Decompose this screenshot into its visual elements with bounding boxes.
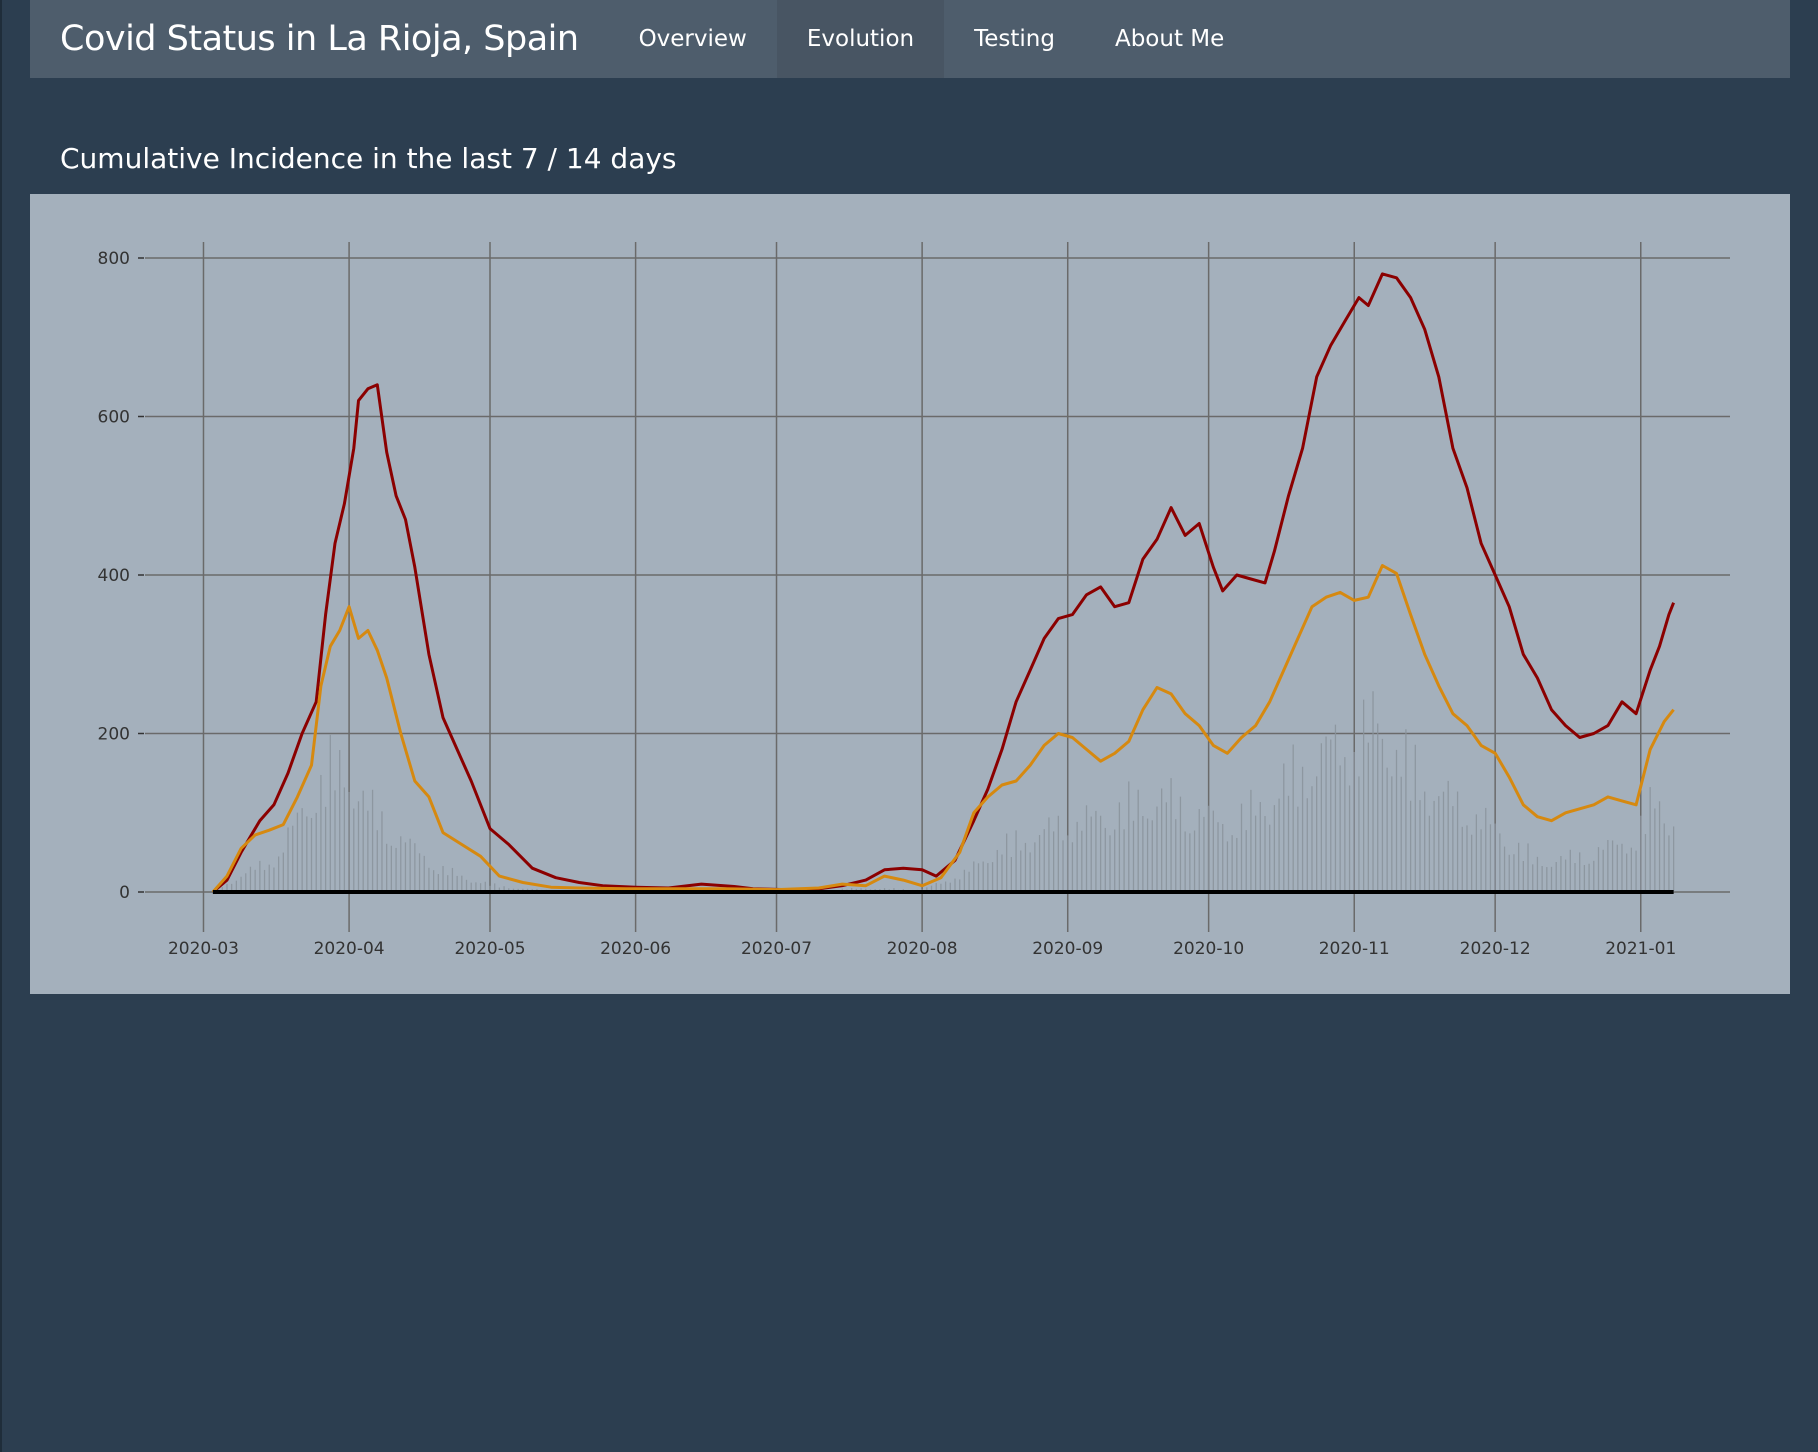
x-tick-label: 2020-11 — [1319, 939, 1390, 959]
x-tick-label: 2020-09 — [1032, 939, 1103, 959]
x-tick-label: 2021-01 — [1605, 939, 1676, 959]
x-tick-label: 2020-05 — [454, 939, 525, 959]
series-line-ci_7d — [211, 564, 1675, 893]
nav-item-overview[interactable]: Overview — [609, 0, 777, 78]
chart-panel: 0 200 400 600 800 2020-03 2020-04 2020-05 2020-0… — [30, 194, 1790, 994]
x-tick-label: 2020-06 — [600, 939, 671, 959]
x-tick-label: 2020-04 — [314, 939, 385, 959]
app-title[interactable]: Covid Status in La Rioja, Spain — [30, 0, 609, 78]
x-tick-label: 2020-12 — [1460, 939, 1531, 959]
y-tick-label: 400 — [98, 566, 130, 586]
series-line-ci_14d — [211, 272, 1675, 894]
incidence-chart: 0 200 400 600 800 2020-03 2020-04 2020-05 2020-0… — [98, 242, 1730, 959]
y-tick-label: 800 — [98, 249, 130, 269]
y-tick-label: 0 — [119, 883, 130, 903]
y-tick-label: 600 — [98, 408, 130, 428]
x-tick-label: 2020-08 — [887, 939, 958, 959]
x-tick-label: 2020-03 — [168, 939, 239, 959]
x-tick-label: 2020-10 — [1173, 939, 1244, 959]
nav-item-evolution[interactable]: Evolution — [776, 0, 945, 78]
y-tick-label: 200 — [98, 725, 130, 745]
nav-item-about-me[interactable]: About Me — [1085, 0, 1254, 78]
x-tick-label: 2020-07 — [741, 939, 812, 959]
navbar: Covid Status in La Rioja, Spain Overview… — [30, 0, 1790, 78]
page-left-edge — [0, 0, 2, 1452]
section-title: Cumulative Incidence in the last 7 / 14 … — [60, 142, 677, 175]
nav-item-testing[interactable]: Testing — [944, 0, 1085, 78]
